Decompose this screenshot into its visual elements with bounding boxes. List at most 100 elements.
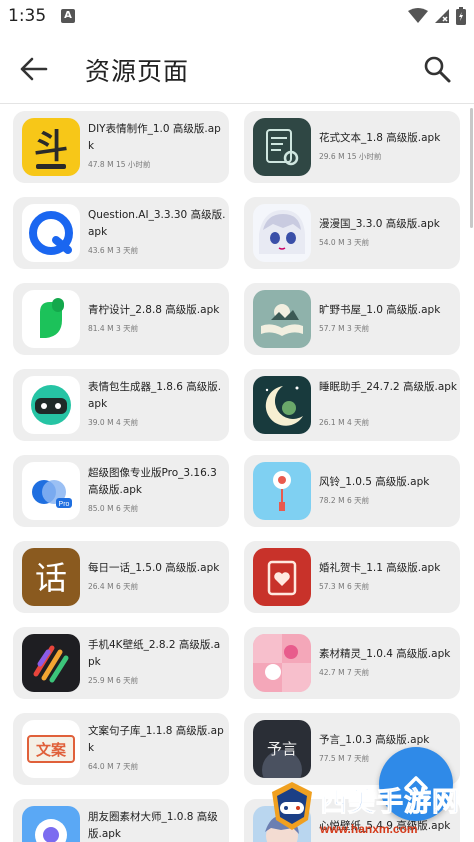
file-name: 睡眠助手_24.7.2 高级版.apk	[319, 381, 458, 393]
file-size: 77.5 M	[319, 754, 345, 763]
battery-icon	[456, 7, 466, 25]
file-card-image-pro[interactable]: Pro 超级图像专业版Pro_3.16.3 高级版.apk 85.0 M 6 天…	[13, 455, 229, 527]
file-card-question-ai[interactable]: Question.AI_3.3.30 高级版.apk 43.6 M 3 天前	[13, 197, 229, 269]
green-leaf-icon	[22, 290, 80, 348]
file-meta: 81.4 M 3 天前	[88, 323, 138, 334]
stripes-wallpaper-icon	[22, 634, 80, 692]
wind-chime-icon	[253, 462, 311, 520]
status-time: 1:35	[8, 6, 47, 26]
file-meta: 77.5 M 7 天前	[319, 753, 369, 764]
aperture-icon	[22, 806, 80, 842]
anime-girl-icon	[253, 204, 311, 262]
file-size: 64.0 M	[88, 762, 114, 771]
file-name: 旷野书屋_1.0 高级版.apk	[319, 304, 441, 316]
file-meta: 25.9 M 6 天前	[88, 675, 138, 686]
file-card-fancy-text[interactable]: 花式文本_1.8 高级版.apk 29.6 M 15 小时前	[244, 111, 460, 183]
file-card-wedding-card[interactable]: 婚礼贺卡_1.1 高级版.apk 57.3 M 6 天前	[244, 541, 460, 613]
file-age: 4 天前	[346, 418, 370, 427]
wifi-icon	[408, 8, 428, 23]
open-book-icon	[253, 290, 311, 348]
file-size: 78.2 M	[319, 496, 345, 505]
file-name: Question.AI_3.3.30 高级版.apk	[88, 209, 226, 238]
wenan-stamp-icon: 文案	[22, 720, 80, 778]
file-meta: 57.7 M 3 天前	[319, 323, 369, 334]
file-card-daily-quote[interactable]: 话 每日一话_1.5.0 高级版.apk 26.4 M 6 天前	[13, 541, 229, 613]
file-age: 3 天前	[115, 246, 139, 255]
file-size: 26.4 M	[88, 582, 114, 591]
app-bar: 资源页面	[0, 34, 474, 104]
file-card-moments-material[interactable]: 朋友圈素材大师_1.0.8 高级版.apk	[13, 799, 229, 842]
file-size: 25.9 M	[88, 676, 114, 685]
file-age: 15 小时前	[346, 152, 382, 161]
svg-text:话: 话	[35, 559, 67, 597]
svg-text:Pro: Pro	[59, 501, 70, 508]
file-age: 6 天前	[115, 582, 139, 591]
file-grid[interactable]: 斗 DIY表情制作_1.0 高级版.apk 47.8 M 15 小时前 花式文本…	[0, 104, 474, 842]
status-icons	[408, 7, 466, 25]
file-card-copywriting[interactable]: 文案 文案句子库_1.1.8 高级版.apk 64.0 M 7 天前	[13, 713, 229, 785]
watermark-url: www.hanxm.com	[320, 822, 418, 836]
file-size: 39.0 M	[88, 418, 114, 427]
file-size: 47.8 M	[88, 160, 114, 169]
file-card-kuangye[interactable]: 旷野书屋_1.0 高级版.apk 57.7 M 3 天前	[244, 283, 460, 355]
search-button[interactable]	[422, 54, 452, 84]
wedding-card-icon	[253, 548, 311, 606]
file-size: 85.0 M	[88, 504, 114, 513]
file-meta: 54.0 M 3 天前	[319, 237, 369, 248]
image-pro-icon: Pro	[22, 462, 80, 520]
file-name: DIY表情制作_1.0 高级版.apk	[88, 123, 221, 152]
file-age: 6 天前	[115, 504, 139, 513]
file-card-material-sprite[interactable]: 素材精灵_1.0.4 高级版.apk 42.7 M 7 天前	[244, 627, 460, 699]
file-meta: 42.7 M 7 天前	[319, 667, 369, 678]
file-age: 3 天前	[346, 324, 370, 333]
file-card-diy-emoji[interactable]: 斗 DIY表情制作_1.0 高级版.apk 47.8 M 15 小时前	[13, 111, 229, 183]
file-meta: 29.6 M 15 小时前	[319, 151, 381, 162]
file-card-qingning[interactable]: 青柠设计_2.8.8 高级版.apk 81.4 M 3 天前	[13, 283, 229, 355]
file-age: 3 天前	[346, 238, 370, 247]
file-meta: 43.6 M 3 天前	[88, 245, 138, 256]
arrow-back-icon	[20, 57, 48, 81]
file-name: 每日一话_1.5.0 高级版.apk	[88, 562, 220, 574]
file-age: 7 天前	[115, 762, 139, 771]
file-size: 81.4 M	[88, 324, 114, 333]
svg-text:文案: 文案	[36, 741, 67, 759]
back-button[interactable]	[18, 54, 52, 84]
file-age: 6 天前	[346, 496, 370, 505]
scrollbar[interactable]	[470, 108, 473, 228]
watermark-title: 西美手游网	[320, 787, 460, 819]
file-age: 7 天前	[346, 754, 370, 763]
file-name: 青柠设计_2.8.8 高级版.apk	[88, 304, 220, 316]
file-card-4k-wallpaper[interactable]: 手机4K壁纸_2.8.2 高级版.apk 25.9 M 6 天前	[13, 627, 229, 699]
file-age: 3 天前	[115, 324, 139, 333]
file-name: 手机4K壁纸_2.8.2 高级版.apk	[88, 639, 221, 668]
file-size: 29.6 M	[319, 152, 345, 161]
status-bar: 1:35 A	[0, 0, 474, 34]
file-name: 素材精灵_1.0.4 高级版.apk	[319, 648, 451, 660]
file-meta: 26.1 M 4 天前	[319, 417, 369, 428]
file-name: 漫漫国_3.3.0 高级版.apk	[319, 218, 440, 230]
file-age: 4 天前	[115, 418, 139, 427]
yuyan-night-icon: 予言	[253, 720, 311, 778]
file-card-sleep-helper[interactable]: 睡眠助手_24.7.2 高级版.apk 26.1 M 4 天前	[244, 369, 460, 441]
file-meta: 26.4 M 6 天前	[88, 581, 138, 592]
file-name: 花式文本_1.8 高级版.apk	[319, 132, 441, 144]
file-age: 6 天前	[115, 676, 139, 685]
file-name: 文案句子库_1.1.8 高级版.apk	[88, 725, 224, 754]
file-meta: 64.0 M 7 天前	[88, 761, 138, 772]
pink-collage-icon	[253, 634, 311, 692]
file-size: 57.3 M	[319, 582, 345, 591]
svg-text:斗: 斗	[34, 127, 68, 167]
doutu-icon: 斗	[22, 118, 80, 176]
file-age: 6 天前	[346, 582, 370, 591]
file-size: 57.7 M	[319, 324, 345, 333]
file-card-emoji-generator[interactable]: 表情包生成器_1.8.6 高级版.apk 39.0 M 4 天前	[13, 369, 229, 441]
file-size: 54.0 M	[319, 238, 345, 247]
file-meta: 47.8 M 15 小时前	[88, 159, 150, 170]
file-card-manmanguo[interactable]: 漫漫国_3.3.0 高级版.apk 54.0 M 3 天前	[244, 197, 460, 269]
file-card-wind-chime[interactable]: 风铃_1.0.5 高级版.apk 78.2 M 6 天前	[244, 455, 460, 527]
file-meta: 78.2 M 6 天前	[319, 495, 369, 506]
fancy-text-icon	[253, 118, 311, 176]
moon-night-icon	[253, 376, 311, 434]
file-meta: 85.0 M 6 天前	[88, 503, 138, 514]
hua-character-icon: 话	[22, 548, 80, 606]
